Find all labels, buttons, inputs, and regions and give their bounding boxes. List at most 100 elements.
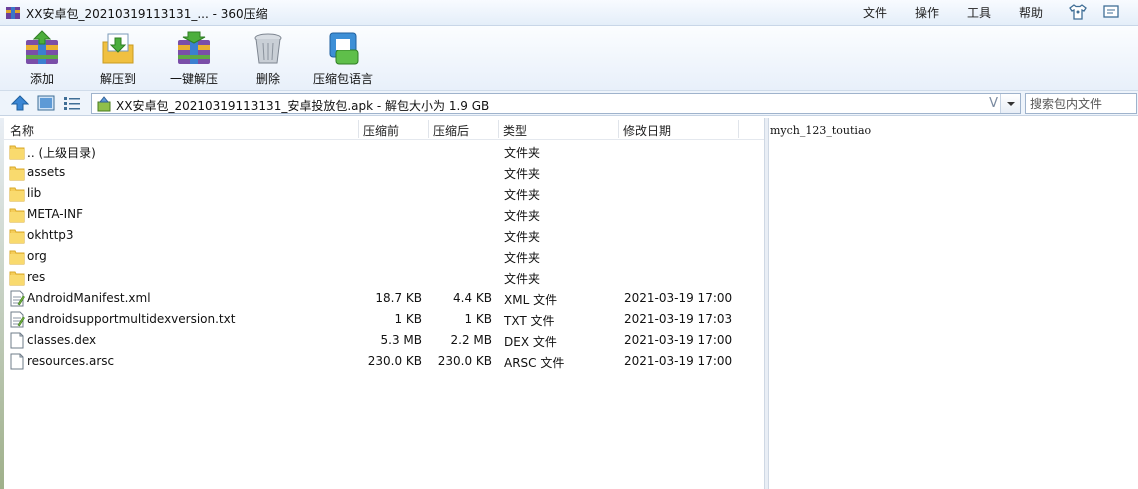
column-size-after[interactable]: 压缩后 — [433, 122, 469, 139]
file-name: lib — [27, 186, 42, 200]
table-row[interactable]: resources.arsc 230.0 KB 230.0 KB ARSC 文件 202… — [4, 351, 764, 372]
trash-icon — [254, 33, 282, 64]
folder-icon — [9, 269, 25, 286]
file-name: classes.dex — [27, 333, 97, 347]
add-button[interactable]: 添加 — [16, 30, 68, 88]
path-field[interactable]: XX安卓包_20210319113131_安卓投放包.apk - 解包大小为 1… — [91, 93, 1021, 114]
v-icon: V — [989, 96, 998, 111]
list-view-icon[interactable] — [63, 95, 81, 111]
table-row[interactable]: META-INF 文件夹 — [4, 204, 764, 225]
file-type: 文件夹 — [504, 251, 541, 265]
apk-file-icon — [97, 96, 111, 112]
archive-language-icon — [329, 32, 359, 65]
file-type: 文件夹 — [504, 230, 541, 244]
modified-date: 2021-03-19 17:00 — [624, 333, 733, 347]
file-type: 文件夹 — [504, 209, 541, 223]
folder-icon — [9, 143, 25, 160]
folder-icon — [9, 227, 25, 244]
chevron-down-icon — [1007, 102, 1015, 106]
file-list: 名称 压缩前 压缩后 类型 修改日期 .. (上级目录) 文件夹 assets 文件夹… — [4, 118, 764, 489]
column-type[interactable]: 类型 — [503, 122, 527, 139]
archive-language-button[interactable]: 压缩包语言 — [311, 30, 375, 88]
file-name: AndroidManifest.xml — [27, 291, 151, 305]
search-box — [1025, 93, 1137, 114]
path-text: XX安卓包_20210319113131_安卓投放包.apk - 解包大小为 1… — [116, 99, 490, 113]
title-bar: XX安卓包_20210319113131_... - 360压缩 文件 操作 工… — [0, 0, 1138, 26]
size-after: 4.4 KB — [453, 291, 492, 305]
menu-tools[interactable]: 工具 — [967, 4, 991, 21]
modified-date: 2021-03-19 17:03 — [624, 312, 733, 326]
size-after: 1 KB — [464, 312, 492, 326]
delete-button[interactable]: 删除 — [248, 30, 288, 88]
archive-language-label: 压缩包语言 — [312, 72, 373, 86]
extract-to-icon — [102, 33, 134, 64]
menu-operation[interactable]: 操作 — [915, 4, 939, 21]
menu-file[interactable]: 文件 — [863, 4, 887, 21]
folder-icon — [9, 185, 25, 202]
preview-text: mych_123_toutiao — [770, 124, 872, 137]
file-name: androidsupportmultidexversion.txt — [27, 312, 236, 326]
folder-icon — [9, 248, 25, 265]
file-type: 文件夹 — [504, 167, 541, 181]
size-before: 1 KB — [394, 312, 422, 326]
window-title: XX安卓包_20210319113131_... - 360压缩 — [26, 7, 268, 21]
file-name: resources.arsc — [27, 354, 115, 368]
file-type: 文件夹 — [504, 272, 541, 286]
table-row[interactable]: okhttp3 文件夹 — [4, 225, 764, 246]
column-divider[interactable] — [428, 120, 429, 138]
table-row[interactable]: AndroidManifest.xml 18.7 KB 4.4 KB XML 文件 20… — [4, 288, 764, 309]
table-row[interactable]: classes.dex 5.3 MB 2.2 MB DEX 文件 2021-03-19 … — [4, 330, 764, 351]
app-icon — [6, 7, 20, 19]
text-file-icon — [9, 290, 25, 307]
modified-date: 2021-03-19 17:00 — [624, 354, 733, 368]
add-archive-icon — [26, 30, 58, 64]
table-row[interactable]: res 文件夹 — [4, 267, 764, 288]
one-click-extract-button[interactable]: 一键解压 — [166, 30, 222, 88]
column-name[interactable]: 名称 — [10, 122, 34, 139]
table-row[interactable]: androidsupportmultidexversion.txt 1 KB 1 K… — [4, 309, 764, 330]
column-modified[interactable]: 修改日期 — [623, 122, 671, 139]
column-divider[interactable] — [358, 120, 359, 138]
blank-file-icon — [9, 332, 25, 349]
delete-label: 删除 — [255, 72, 280, 86]
extract-to-button[interactable]: 解压到 — [94, 30, 142, 88]
file-type: ARSC 文件 — [504, 356, 565, 370]
table-row[interactable]: lib 文件夹 — [4, 183, 764, 204]
table-row[interactable]: assets 文件夹 — [4, 162, 764, 183]
one-click-extract-label: 一键解压 — [169, 72, 218, 86]
one-click-extract-icon — [178, 31, 210, 64]
thumbnail-view-icon[interactable] — [37, 95, 55, 111]
preview-pane: mych_123_toutiao — [768, 118, 1138, 489]
message-icon[interactable] — [1101, 3, 1121, 21]
path-dropdown-button[interactable] — [1000, 94, 1020, 113]
folder-icon — [9, 206, 25, 223]
column-divider[interactable] — [738, 120, 739, 138]
file-name: assets — [27, 165, 66, 179]
file-type: 文件夹 — [504, 146, 541, 160]
size-after: 230.0 KB — [437, 354, 492, 368]
file-name: .. (上级目录) — [27, 146, 96, 160]
toolbar: 添加 解压到 一键解压 删除 压缩包语言 — [0, 26, 1138, 90]
folder-icon — [9, 164, 25, 181]
add-label: 添加 — [29, 72, 54, 86]
search-input[interactable] — [1026, 94, 1136, 113]
column-divider[interactable] — [498, 120, 499, 138]
up-arrow-icon[interactable] — [11, 95, 29, 111]
extract-to-label: 解压到 — [99, 72, 136, 86]
modified-date: 2021-03-19 17:00 — [624, 291, 733, 305]
column-divider[interactable] — [618, 120, 619, 138]
file-type: DEX 文件 — [504, 335, 557, 349]
size-before: 5.3 MB — [380, 333, 422, 347]
table-row[interactable]: .. (上级目录) 文件夹 — [4, 141, 764, 162]
text-file-icon — [9, 311, 25, 328]
file-type: 文件夹 — [504, 188, 541, 202]
table-row[interactable]: org 文件夹 — [4, 246, 764, 267]
blank-file-icon — [9, 353, 25, 370]
menu-help[interactable]: 帮助 — [1019, 4, 1043, 21]
shirt-icon[interactable] — [1068, 3, 1088, 21]
column-size-before[interactable]: 压缩前 — [363, 122, 399, 139]
file-name: META-INF — [27, 207, 84, 221]
file-name: res — [27, 270, 46, 284]
file-type: TXT 文件 — [504, 314, 555, 328]
file-type: XML 文件 — [504, 293, 558, 307]
